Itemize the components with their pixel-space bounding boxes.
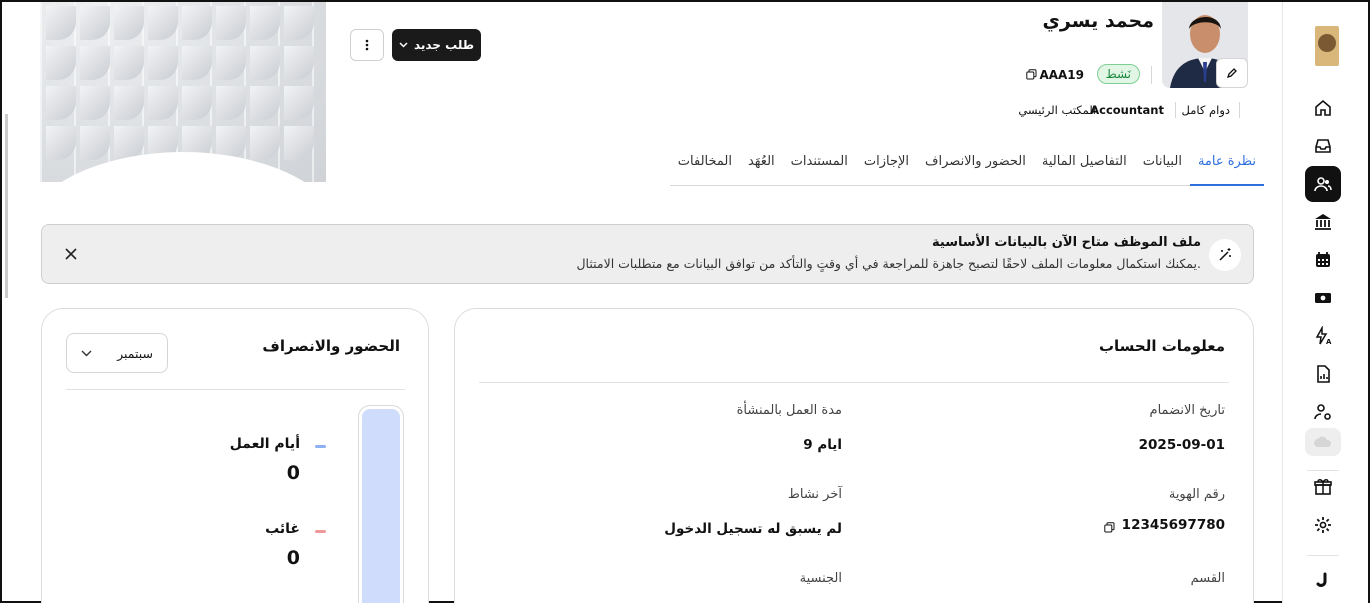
- users-icon: [1314, 177, 1332, 192]
- divider: [66, 389, 405, 390]
- tab-violations[interactable]: المخالفات: [670, 142, 740, 185]
- svg-text:A: A: [1326, 338, 1332, 346]
- divider: [479, 382, 1229, 383]
- id-number-value: 12345697780: [1121, 517, 1225, 533]
- tab-documents[interactable]: المستندات: [783, 142, 856, 185]
- sidebar-item-employees[interactable]: [1305, 166, 1341, 202]
- close-alert-button[interactable]: [62, 245, 80, 263]
- employment-type: دوام كامل: [1181, 103, 1231, 117]
- work-days-label: أيام العمل: [229, 436, 300, 452]
- copy-icon: [1104, 522, 1115, 533]
- tab-custody[interactable]: العُهَد: [740, 142, 783, 185]
- close-icon: [65, 248, 77, 260]
- tenure-value: 9 ايام: [803, 437, 842, 453]
- chevron-down-icon: [399, 42, 408, 48]
- gift-icon: [1314, 479, 1332, 495]
- alert-title: ملف الموظف متاح الآن بالبيانات الأساسية: [932, 235, 1201, 250]
- branch: المكتب الرئيسي: [1018, 103, 1096, 117]
- sidebar-item-calendar[interactable]: [1305, 242, 1341, 278]
- settings-icon: [1315, 517, 1331, 533]
- work-days-legend-swatch: [315, 445, 326, 448]
- chevron-down-icon: [81, 350, 92, 356]
- sidebar-item-settings[interactable]: [1305, 507, 1341, 543]
- absent-legend-swatch: [315, 530, 326, 533]
- sidebar-item-brand[interactable]: [1305, 562, 1341, 598]
- sidebar-item-automation[interactable]: A: [1305, 318, 1341, 354]
- nationality-label: الجنسية: [799, 571, 842, 586]
- copy-code-button[interactable]: [1026, 69, 1037, 80]
- left-scroll-strip: [5, 114, 8, 298]
- attendance-title: الحضور والانصراف: [262, 337, 400, 355]
- automation-icon: A: [1315, 326, 1332, 346]
- info-alert: ملف الموظف متاح الآن بالبيانات الأساسية …: [41, 224, 1254, 284]
- sidebar-item-rewards[interactable]: [1305, 469, 1341, 505]
- sidebar-divider: [1307, 555, 1339, 556]
- report-icon: [1317, 365, 1330, 383]
- id-number-label: رقم الهوية: [1168, 487, 1225, 502]
- department-label: القسم: [1190, 571, 1225, 586]
- profile-tabs: نظرة عامة البيانات التفاصيل المالية الحض…: [669, 142, 1264, 186]
- divider: [1239, 102, 1240, 118]
- edit-avatar-button[interactable]: [1216, 58, 1248, 88]
- tab-leaves[interactable]: الإجازات: [856, 142, 917, 185]
- divider: [1151, 66, 1152, 84]
- calendar-icon: [1316, 252, 1330, 267]
- user-settings-icon: [1314, 404, 1331, 420]
- new-request-label: طلب جديد: [413, 38, 475, 52]
- last-activity-label: آخر نشاط: [787, 487, 842, 502]
- join-date-label: تاريخ الانضمام: [1149, 403, 1225, 418]
- pencil-icon: [1226, 68, 1237, 79]
- tab-overview[interactable]: نظرة عامة: [1189, 142, 1264, 186]
- sidebar-item-bank[interactable]: [1305, 204, 1341, 240]
- inbox-icon: [1315, 139, 1331, 153]
- status-badge: نَشط: [1096, 64, 1140, 84]
- tab-data[interactable]: البيانات: [1135, 142, 1190, 185]
- join-date-value: 2025-09-01: [1138, 437, 1225, 453]
- account-info-title: معلومات الحساب: [1098, 337, 1225, 355]
- sidebar-item-user-settings[interactable]: [1305, 394, 1341, 430]
- work-days-value: 0: [286, 462, 300, 484]
- logo[interactable]: [1315, 26, 1339, 66]
- employee-code: AAA19: [1039, 68, 1084, 82]
- sidebar: A: [1282, 2, 1368, 603]
- bank-icon: [1315, 214, 1331, 230]
- attendance-bar-fill: [362, 409, 400, 603]
- tab-financial-details[interactable]: التفاصيل المالية: [1034, 142, 1135, 185]
- sidebar-item-cloud[interactable]: [1305, 428, 1341, 456]
- copy-id-button[interactable]: [1104, 522, 1115, 533]
- brand-mark-icon: [1316, 572, 1327, 587]
- new-request-button[interactable]: طلب جديد: [392, 29, 481, 61]
- copy-icon: [1026, 69, 1037, 80]
- kebab-menu-icon: [365, 39, 369, 51]
- sidebar-item-reports[interactable]: [1305, 356, 1341, 392]
- sidebar-item-payroll[interactable]: [1305, 280, 1341, 316]
- absent-label: غائب: [265, 521, 300, 537]
- month-select-value: سبتمبر: [117, 345, 153, 361]
- magic-wand-icon: [1209, 239, 1241, 271]
- divider: [1175, 102, 1176, 118]
- absent-value: 0: [286, 547, 300, 569]
- employee-name: محمد يسري: [1042, 10, 1155, 32]
- tenure-label: مدة العمل بالمنشأة: [736, 403, 842, 418]
- more-options-button[interactable]: [350, 29, 384, 61]
- sidebar-item-home[interactable]: [1305, 90, 1341, 126]
- job-title: Accountant: [1090, 103, 1164, 117]
- month-select[interactable]: سبتمبر: [66, 333, 168, 373]
- sidebar-item-inbox[interactable]: [1305, 128, 1341, 164]
- cover-artwork: [40, 2, 326, 182]
- money-icon: [1315, 293, 1331, 303]
- last-activity-value: لم يسبق له تسجيل الدخول: [664, 521, 842, 537]
- cloud-icon: [1314, 436, 1332, 447]
- alert-body: يمكنك استكمال معلومات الملف لاحقًا لتصبح…: [576, 256, 1201, 271]
- tab-attendance[interactable]: الحضور والانصراف: [917, 142, 1034, 185]
- home-icon: [1315, 99, 1331, 116]
